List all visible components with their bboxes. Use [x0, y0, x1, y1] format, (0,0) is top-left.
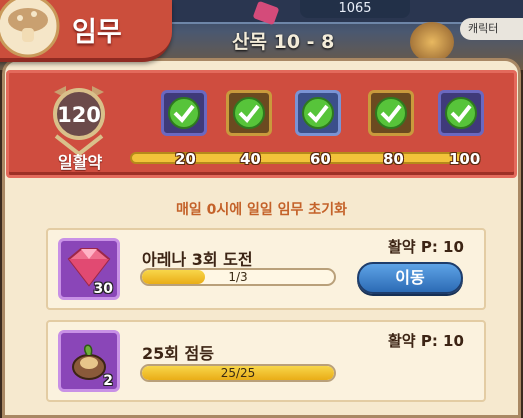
milestone-reward-60[interactable]: [295, 90, 341, 136]
check-icon: [168, 97, 200, 129]
mission-progress-bar: 1/3: [140, 268, 336, 286]
page-title: 임무: [72, 17, 122, 48]
milestone-label: 20: [175, 150, 196, 168]
milestone-reward-40[interactable]: [226, 90, 272, 136]
milestone-label: 40: [240, 150, 261, 168]
check-icon: [445, 97, 477, 129]
activity-points: 120: [57, 103, 101, 127]
mushroom-emblem-icon: [0, 0, 60, 58]
milestone-label: 80: [383, 150, 404, 168]
milestone-reward-20[interactable]: [161, 90, 207, 136]
milestone-reward-100[interactable]: [438, 90, 484, 136]
progress-text: 25/25: [220, 366, 256, 380]
mission-title: 아레나 3회 도전: [142, 250, 253, 269]
reward-icon-box: 30: [58, 238, 120, 300]
milestone-reward-80[interactable]: [368, 90, 414, 136]
stage-label: 산목 10 - 8: [232, 31, 335, 53]
title-tab: 임무: [0, 0, 172, 62]
check-icon: [375, 97, 407, 129]
milestone-label: 100: [449, 150, 481, 168]
reward-quantity: 30: [93, 281, 113, 297]
activity-points-reward: 활약 P: 10: [388, 238, 464, 256]
check-icon: [302, 97, 334, 129]
character-button[interactable]: 캐릭터: [460, 18, 523, 40]
activity-label: 일활약: [58, 153, 103, 172]
progress-text: 1/3: [228, 270, 248, 284]
currency-value: 1065: [300, 0, 410, 18]
mission-progress-bar: 25/25: [140, 364, 336, 382]
mission-title: 25회 점등: [142, 344, 214, 363]
go-button[interactable]: 이동: [357, 262, 463, 294]
reward-icon-box: 2: [58, 330, 120, 392]
reward-quantity: 2: [103, 373, 113, 389]
milestone-label: 60: [310, 150, 331, 168]
check-icon: [233, 97, 265, 129]
reset-notice: 매일 0시에 일일 임무 초기화: [176, 202, 347, 218]
activity-points-reward: 활약 P: 10: [388, 332, 464, 350]
food-icon: [410, 22, 454, 62]
